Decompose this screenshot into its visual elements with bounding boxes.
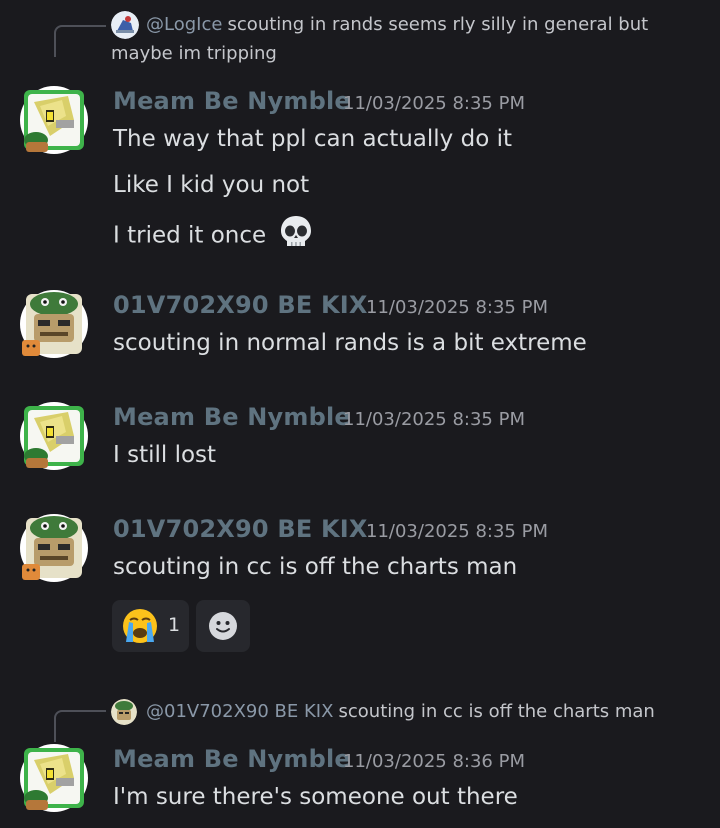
chat-log: @LogIce scouting in rands seems rly sill… bbox=[0, 0, 720, 828]
username[interactable]: 01V702X90 BE KIX bbox=[113, 515, 368, 543]
skull-emoji[interactable] bbox=[278, 214, 314, 250]
reply-avatar[interactable] bbox=[111, 11, 139, 39]
avatar[interactable] bbox=[16, 740, 92, 816]
message-text: I'm sure there's someone out there bbox=[113, 784, 518, 810]
avatar[interactable] bbox=[16, 398, 92, 474]
reply-preview[interactable]: @LogIce scouting in rands seems rly sill… bbox=[0, 8, 720, 68]
reply-spine bbox=[54, 25, 106, 57]
reply-mention[interactable]: @01V702X90 BE KIX bbox=[146, 701, 333, 722]
username[interactable]: Meam Be Nymble bbox=[113, 87, 351, 115]
reply-mention[interactable]: @LogIce bbox=[146, 14, 222, 35]
reaction-crying[interactable]: 1 bbox=[112, 600, 189, 652]
timestamp[interactable]: 11/03/2025 8:36 PM bbox=[343, 751, 525, 772]
message-text: I tried it once bbox=[113, 222, 267, 249]
message-text: scouting in cc is off the charts man bbox=[113, 554, 518, 580]
message-text-with-emoji: I tried it once bbox=[113, 216, 314, 254]
reply-spine bbox=[54, 710, 106, 742]
loudly-crying-face-icon bbox=[123, 609, 157, 643]
username[interactable]: Meam Be Nymble bbox=[113, 403, 351, 431]
avatar[interactable] bbox=[16, 286, 92, 362]
timestamp[interactable]: 11/03/2025 8:35 PM bbox=[366, 521, 548, 542]
reply-preview[interactable]: @01V702X90 BE KIX scouting in cc is off … bbox=[0, 695, 720, 755]
message-text: Like I kid you not bbox=[113, 172, 310, 198]
avatar[interactable] bbox=[16, 82, 92, 158]
reply-text: scouting in cc is off the charts man bbox=[338, 701, 655, 722]
add-reaction-button[interactable] bbox=[196, 600, 250, 652]
message-text: I still lost bbox=[113, 442, 217, 468]
username[interactable]: Meam Be Nymble bbox=[113, 745, 351, 773]
message-text: The way that ppl can actually do it bbox=[113, 126, 512, 152]
timestamp[interactable]: 11/03/2025 8:35 PM bbox=[343, 409, 525, 430]
reply-text: scouting in rands seems rly silly in gen… bbox=[227, 14, 649, 35]
message-text: scouting in normal rands is a bit extrem… bbox=[113, 330, 587, 356]
timestamp[interactable]: 11/03/2025 8:35 PM bbox=[366, 297, 548, 318]
add-reaction-icon bbox=[209, 612, 237, 640]
avatar[interactable] bbox=[16, 510, 92, 586]
reaction-count: 1 bbox=[168, 614, 181, 636]
timestamp[interactable]: 11/03/2025 8:35 PM bbox=[343, 93, 525, 114]
reply-text-continued: maybe im tripping bbox=[111, 43, 277, 64]
username[interactable]: 01V702X90 BE KIX bbox=[113, 291, 368, 319]
reply-avatar[interactable] bbox=[111, 699, 137, 725]
